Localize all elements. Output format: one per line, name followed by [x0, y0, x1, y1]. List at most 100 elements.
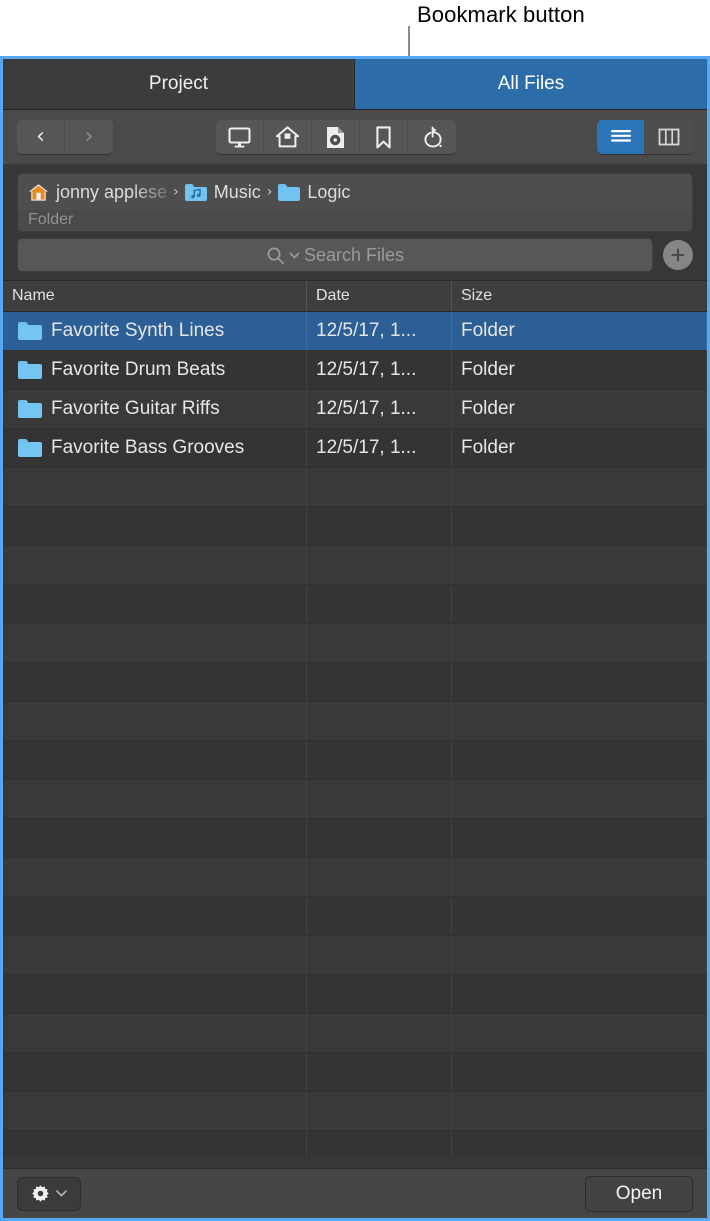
cell-empty	[307, 897, 452, 935]
cell-empty	[3, 702, 307, 740]
breadcrumb-item-logic[interactable]: Logic	[278, 182, 350, 203]
cell-empty	[307, 975, 452, 1013]
cell-empty	[452, 858, 707, 896]
cell-empty	[452, 702, 707, 740]
home-button[interactable]	[264, 120, 312, 154]
breadcrumb-label-logic: Logic	[307, 181, 351, 202]
bookmark-button[interactable]	[360, 120, 408, 154]
column-header-name[interactable]: Name	[3, 281, 307, 311]
folder-icon	[18, 400, 42, 418]
search-row: Search Files	[17, 238, 693, 272]
cell-empty	[3, 663, 307, 701]
loops-button[interactable]	[408, 120, 456, 154]
folder-icon	[18, 439, 42, 457]
column-view-icon	[658, 128, 680, 146]
home-folder-icon	[29, 183, 48, 201]
back-button[interactable]: ‹	[17, 120, 65, 154]
cell-empty	[3, 741, 307, 779]
search-input[interactable]: Search Files	[17, 238, 653, 272]
footer-bar: Open	[3, 1168, 707, 1218]
tab-all-files[interactable]: All Files	[355, 59, 707, 109]
action-menu-button[interactable]	[17, 1176, 81, 1211]
cell-name-label: Favorite Synth Lines	[51, 320, 225, 341]
path-bar-subtitle: Folder	[18, 210, 692, 230]
cell-empty	[452, 1092, 707, 1130]
cell-empty	[452, 936, 707, 974]
table-row-empty[interactable]	[3, 858, 707, 897]
column-header-size[interactable]: Size	[452, 281, 707, 311]
cell-size: Folder	[452, 390, 707, 428]
path-bar[interactable]: jonny applese › Music › Logic Folder	[17, 173, 693, 232]
table-row-empty[interactable]	[3, 546, 707, 585]
table-row[interactable]: Favorite Bass Grooves 12/5/17, 1... Folder	[3, 429, 707, 468]
cell-empty	[307, 1014, 452, 1052]
cell-name: Favorite Bass Grooves	[3, 429, 307, 467]
table-row-empty[interactable]	[3, 897, 707, 936]
table-row[interactable]: Favorite Drum Beats 12/5/17, 1... Folder	[3, 351, 707, 390]
tab-project[interactable]: Project	[3, 59, 355, 109]
folder-icon	[278, 183, 301, 201]
file-list-header: Name Date Size	[3, 281, 707, 312]
breadcrumb-label-music: Music	[213, 181, 261, 202]
table-row-empty[interactable]	[3, 975, 707, 1014]
open-button[interactable]: Open	[585, 1175, 693, 1212]
table-row-empty[interactable]	[3, 702, 707, 741]
cell-empty	[307, 936, 452, 974]
cell-empty	[307, 819, 452, 857]
cell-empty	[307, 1092, 452, 1130]
cell-empty	[307, 702, 452, 740]
table-row[interactable]: Favorite Synth Lines 12/5/17, 1... Folder	[3, 312, 707, 351]
location-button-group	[216, 120, 456, 154]
table-row-empty[interactable]	[3, 936, 707, 975]
cell-empty	[307, 1131, 452, 1156]
forward-button[interactable]: ›	[65, 120, 113, 154]
cell-empty	[452, 507, 707, 545]
cell-empty	[452, 546, 707, 584]
add-button[interactable]	[663, 240, 693, 270]
table-row-empty[interactable]	[3, 624, 707, 663]
table-row-empty[interactable]	[3, 1092, 707, 1131]
table-row-empty[interactable]	[3, 468, 707, 507]
cell-date: 12/5/17, 1...	[307, 312, 452, 350]
column-header-date[interactable]: Date	[307, 281, 452, 311]
cell-empty	[452, 1131, 707, 1156]
cell-empty	[3, 1131, 307, 1156]
media-button[interactable]	[312, 120, 360, 154]
breadcrumb-label-user: jonny applese	[56, 181, 168, 202]
cell-empty	[307, 741, 452, 779]
cell-empty	[307, 858, 452, 896]
file-list: Name Date Size Favorite Synth Lines 12/5/…	[3, 280, 707, 1156]
cell-size: Folder	[452, 351, 707, 389]
cell-empty	[452, 1053, 707, 1091]
table-row-empty[interactable]	[3, 1053, 707, 1092]
column-view-button[interactable]	[645, 120, 693, 154]
tab-all-files-label: All Files	[497, 73, 565, 94]
cell-empty	[3, 975, 307, 1013]
display-button[interactable]	[216, 120, 264, 154]
table-row-empty[interactable]	[3, 663, 707, 702]
table-row-empty[interactable]	[3, 819, 707, 858]
table-row-empty[interactable]	[3, 780, 707, 819]
music-folder-icon	[184, 183, 207, 201]
display-icon	[228, 126, 251, 147]
search-icon	[267, 247, 284, 264]
breadcrumb-item-user[interactable]: jonny applese	[28, 182, 167, 203]
cell-empty	[3, 780, 307, 818]
table-row-empty[interactable]	[3, 1131, 707, 1156]
table-row[interactable]: Favorite Guitar Riffs 12/5/17, 1... Folder	[3, 390, 707, 429]
table-row-empty[interactable]	[3, 1014, 707, 1053]
list-view-button[interactable]	[597, 120, 645, 154]
cell-empty	[3, 1092, 307, 1130]
cell-empty	[452, 819, 707, 857]
cell-empty	[452, 585, 707, 623]
cell-empty	[452, 741, 707, 779]
table-row-empty[interactable]	[3, 507, 707, 546]
table-row-empty[interactable]	[3, 585, 707, 624]
gear-icon	[31, 1185, 49, 1202]
breadcrumb-item-music[interactable]: Music	[184, 181, 261, 203]
cell-empty	[307, 585, 452, 623]
cell-empty	[307, 546, 452, 584]
cell-empty	[3, 819, 307, 857]
chevron-left-icon: ‹	[36, 124, 45, 149]
table-row-empty[interactable]	[3, 741, 707, 780]
